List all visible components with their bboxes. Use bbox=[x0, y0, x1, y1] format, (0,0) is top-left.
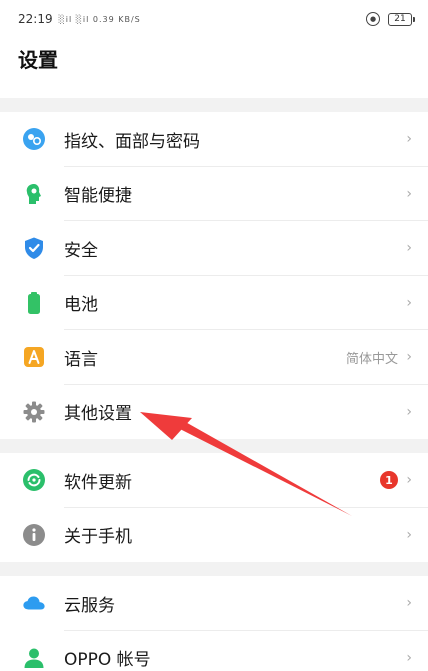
chevron-right-icon: › bbox=[406, 240, 412, 257]
status-right: ● 21 bbox=[366, 12, 415, 26]
smart-assist-icon bbox=[22, 182, 46, 206]
info-icon bbox=[22, 523, 46, 547]
status-bar: 22:19 ░il ░il 0.39 KB/S ● 21 bbox=[0, 0, 428, 38]
cloud-icon bbox=[22, 591, 46, 615]
battery-indicator: 21 bbox=[388, 12, 415, 26]
language-value: 简体中文 bbox=[345, 351, 398, 367]
settings-item-label: 关于手机 bbox=[64, 527, 132, 548]
chevron-right-icon: › bbox=[406, 349, 412, 366]
account-icon bbox=[22, 646, 46, 670]
settings-item-language[interactable]: 语言 简体中文 › bbox=[0, 330, 428, 385]
settings-item-label: 软件更新 bbox=[64, 472, 132, 493]
rotation-lock-icon: ● bbox=[366, 12, 380, 26]
fingerprint-face-icon bbox=[22, 127, 46, 151]
settings-item-about-phone[interactable]: 关于手机 › bbox=[0, 508, 428, 563]
page-title: 设置 bbox=[18, 48, 58, 72]
settings-item-label: 智能便捷 bbox=[64, 186, 132, 207]
settings-item-oppo-account[interactable]: OPPO 帐号 › bbox=[0, 631, 428, 671]
section-divider bbox=[0, 98, 428, 112]
chevron-right-icon: › bbox=[406, 294, 412, 311]
settings-item-battery[interactable]: 电池 › bbox=[0, 276, 428, 330]
shield-icon bbox=[22, 236, 46, 260]
settings-item-label: 云服务 bbox=[64, 595, 115, 616]
settings-item-label: OPPO 帐号 bbox=[64, 650, 151, 671]
settings-item-label: 其他设置 bbox=[64, 404, 132, 425]
section-divider bbox=[0, 562, 428, 576]
settings-item-cloud-service[interactable]: 云服务 › bbox=[0, 576, 428, 631]
chevron-right-icon: › bbox=[406, 403, 412, 420]
settings-group-3: 云服务 › OPPO 帐号 › bbox=[0, 576, 428, 671]
chevron-right-icon: › bbox=[406, 526, 412, 543]
settings-item-label: 语言 bbox=[64, 349, 98, 370]
update-count-badge: 1 bbox=[380, 471, 398, 490]
status-left: 22:19 ░il ░il 0.39 KB/S bbox=[18, 12, 141, 26]
settings-item-label: 电池 bbox=[64, 295, 98, 316]
settings-item-label: 安全 bbox=[64, 240, 98, 261]
battery-icon bbox=[22, 291, 46, 315]
signal-icons: ░il ░il 0.39 KB/S bbox=[58, 14, 141, 24]
gear-icon bbox=[22, 400, 46, 424]
chevron-right-icon: › bbox=[406, 472, 412, 489]
status-time: 22:19 bbox=[18, 12, 53, 26]
settings-item-label: 指纹、面部与密码 bbox=[64, 131, 200, 152]
language-icon bbox=[22, 345, 46, 369]
settings-group-2: 软件更新 1 › 关于手机 › bbox=[0, 453, 428, 562]
settings-item-software-update[interactable]: 软件更新 1 › bbox=[0, 453, 428, 508]
update-icon bbox=[22, 468, 46, 492]
settings-item-smart-assist[interactable]: 智能便捷 › bbox=[0, 167, 428, 221]
settings-item-fingerprint-face-password[interactable]: 指纹、面部与密码 › bbox=[0, 112, 428, 167]
settings-item-other-settings[interactable]: 其他设置 › bbox=[0, 385, 428, 440]
settings-group-1: 指纹、面部与密码 › 智能便捷 › 安全 › 电池 › 语言 简体中文 › 其他… bbox=[0, 112, 428, 439]
chevron-right-icon: › bbox=[406, 649, 412, 666]
chevron-right-icon: › bbox=[406, 131, 412, 148]
chevron-right-icon: › bbox=[406, 595, 412, 612]
settings-item-security[interactable]: 安全 › bbox=[0, 221, 428, 276]
chevron-right-icon: › bbox=[406, 185, 412, 202]
section-divider bbox=[0, 439, 428, 453]
